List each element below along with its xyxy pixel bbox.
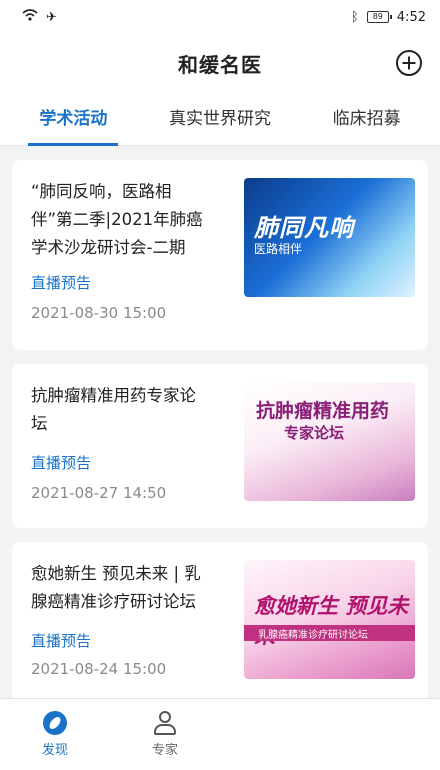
card-date: 2021-08-30 15:00 (31, 304, 167, 322)
thumbnail-title: 愈她新生 预见未来 (254, 594, 409, 648)
card-date: 2021-08-24 15:00 (31, 660, 167, 678)
thumbnail-subtitle: 乳腺癌精准诊疗研讨论坛 (258, 630, 368, 641)
tab-bar: 学术活动 真实世界研究 临床招募 (0, 92, 440, 146)
live-preview-tag: 直播预告 (31, 454, 92, 472)
card-thumbnail[interactable]: 愈她新生 预见未来 乳腺癌精准诊疗研讨论坛 (244, 560, 415, 679)
activity-card[interactable]: 愈她新生 预见未来 | 乳腺癌精准诊疗研讨论坛 直播预告 2021-08-24 … (12, 542, 428, 708)
card-title: “肺同反响，医路相伴”第二季|2021年肺癌学术沙龙研讨会-二期 (31, 182, 203, 257)
nav-label: 专家 (151, 743, 178, 758)
status-left: ✈ (22, 9, 57, 25)
tab-real-world-research[interactable]: 真实世界研究 (147, 92, 294, 146)
activity-list: “肺同反响，医路相伴”第二季|2021年肺癌学术沙龙研讨会-二期 直播预告 20… (12, 160, 428, 722)
status-bar: ✈ ᛒ 89 4:52 (0, 0, 440, 34)
nav-experts[interactable]: 专家 (110, 699, 220, 770)
thumbnail-title: 肺同凡响 (254, 214, 354, 242)
page-title: 和缓名医 (178, 52, 262, 77)
airplane-icon: ✈ (46, 9, 57, 25)
doctor-icon (153, 711, 177, 735)
nav-discover[interactable]: 发现 (0, 699, 110, 770)
activity-card[interactable]: 抗肿瘤精准用药专家论坛 直播预告 2021-08-27 14:50 抗肿瘤精准用… (12, 364, 428, 528)
compass-icon (43, 711, 67, 735)
thumbnail-subtitle: 专家论坛 (284, 424, 345, 442)
activity-card[interactable]: “肺同反响，医路相伴”第二季|2021年肺癌学术沙龙研讨会-二期 直播预告 20… (12, 160, 428, 350)
status-time: 4:52 (396, 9, 426, 25)
thumbnail-title: 抗肿瘤精准用药 (256, 400, 390, 422)
status-right: ᛒ 89 4:52 (351, 10, 426, 25)
thumbnail-subtitle: 医路相伴 (254, 242, 303, 256)
live-preview-tag: 直播预告 (31, 274, 92, 292)
card-date: 2021-08-27 14:50 (31, 484, 167, 502)
battery-icon: 89 (366, 11, 392, 23)
add-icon[interactable] (396, 50, 422, 76)
wifi-icon (22, 9, 38, 25)
card-title: 愈她新生 预见未来 | 乳腺癌精准诊疗研讨论坛 (31, 564, 201, 611)
tab-academic-activities[interactable]: 学术活动 (0, 92, 147, 146)
bluetooth-icon: ᛒ (350, 9, 359, 25)
nav-label: 发现 (41, 743, 68, 758)
card-thumbnail[interactable]: 肺同凡响 医路相伴 (244, 178, 415, 297)
card-title: 抗肿瘤精准用药专家论坛 (31, 386, 196, 433)
live-preview-tag: 直播预告 (31, 632, 92, 650)
bottom-nav: 发现 专家 (0, 698, 440, 770)
tab-clinical-recruitment[interactable]: 临床招募 (293, 92, 440, 146)
app-header: 和缓名医 (0, 34, 440, 92)
card-thumbnail[interactable]: 抗肿瘤精准用药 专家论坛 (244, 382, 415, 501)
